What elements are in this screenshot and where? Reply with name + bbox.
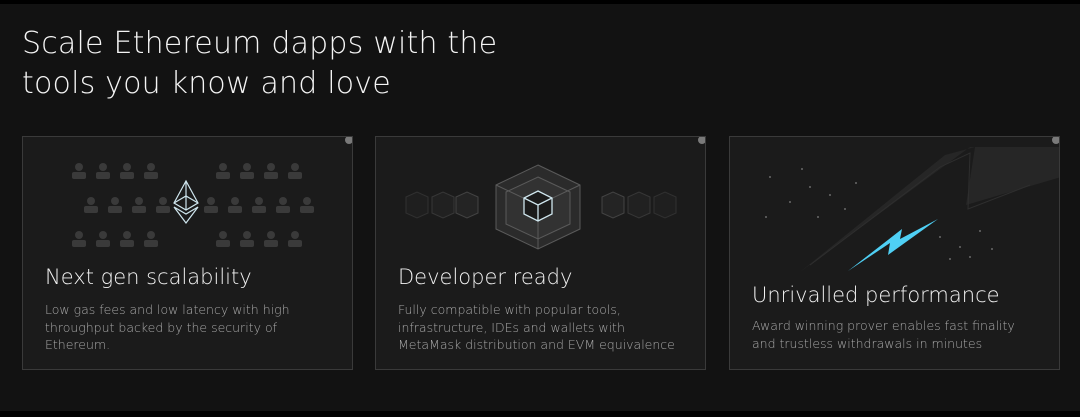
card-description-line: Award winning prover enables fast finali… xyxy=(752,318,1015,333)
ethereum-crowd-icon xyxy=(72,163,314,247)
feature-card-scalability: Next gen scalability Low gas fees and lo… xyxy=(22,136,353,370)
card-description-line: Fully compatible with popular tools, xyxy=(398,302,621,317)
card-title: Unrivalled performance xyxy=(752,283,1000,307)
card-description-line: MetaMask distribution and EVM equivalenc… xyxy=(398,337,675,352)
card-description: Award winning prover enables fast finali… xyxy=(752,317,1037,352)
card-description: Fully compatible with popular tools, inf… xyxy=(398,301,683,354)
lightning-bolt-icon xyxy=(765,147,1059,272)
card-title: Developer ready xyxy=(398,265,573,289)
card-description-line: throughput backed by the security of xyxy=(45,319,277,335)
headline-line-2: tools you know and love xyxy=(22,66,391,101)
card-description-line: and trustless withdrawals in minutes xyxy=(752,335,983,351)
feature-card-performance: Unrivalled performance Award winning pro… xyxy=(729,136,1060,370)
cube-network-icon xyxy=(405,164,677,250)
card-description-line: infrastructure, IDEs and wallets with xyxy=(398,319,625,335)
features-section: Scale Ethereum dapps with the tools you … xyxy=(0,0,1080,417)
feature-card-developer: Developer ready Fully compatible with po… xyxy=(375,136,706,370)
card-description: Low gas fees and low latency with high t… xyxy=(45,301,330,354)
card-title: Next gen scalability xyxy=(45,265,252,289)
section-headline: Scale Ethereum dapps with the tools you … xyxy=(22,24,582,104)
card-description-line: Low gas fees and low latency with high xyxy=(45,302,290,317)
headline-line-1: Scale Ethereum dapps with the xyxy=(22,26,498,61)
card-description-line: Ethereum. xyxy=(45,337,111,352)
